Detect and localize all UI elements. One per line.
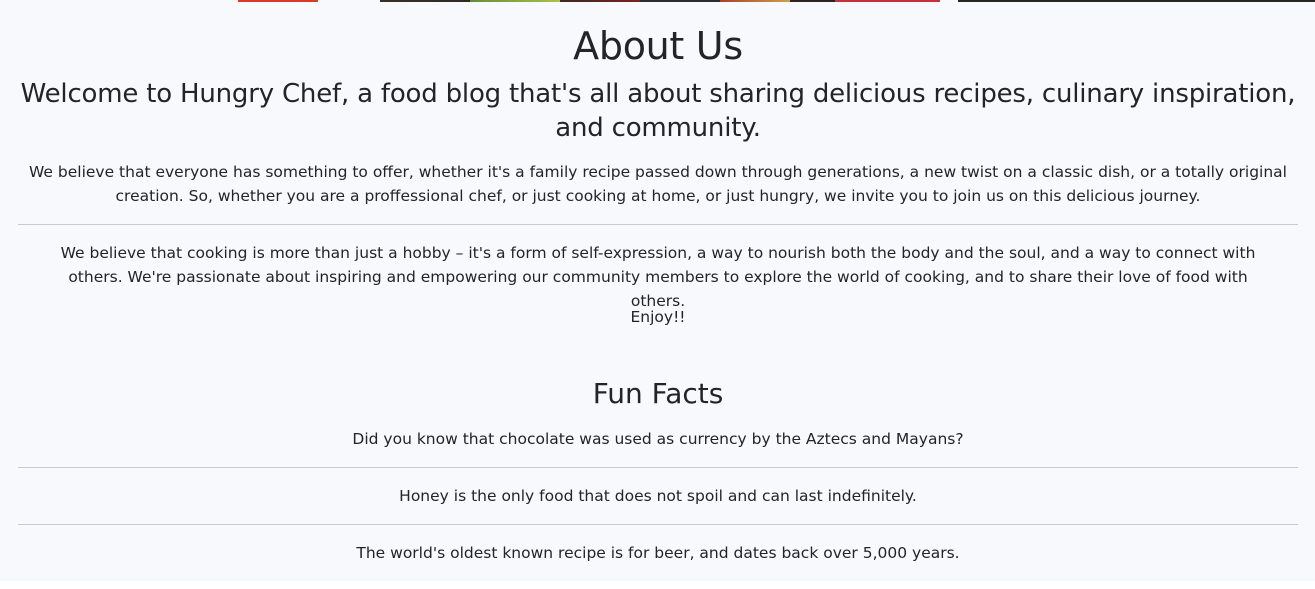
enjoy-text: Enjoy!! — [630, 308, 686, 326]
fun-fact-item: The world's oldest known recipe is for b… — [356, 544, 960, 562]
welcome-heading: Welcome to Hungry Chef, a food blog that… — [20, 79, 1296, 143]
fun-fact-item: Did you know that chocolate was used as … — [352, 430, 964, 448]
hero-image-bottom-edge — [0, 0, 1315, 2]
divider — [18, 524, 1298, 525]
mission-paragraph: We believe that cooking is more than jus… — [60, 244, 1256, 310]
page-background: About Us Welcome to Hungry Chef, a food … — [0, 0, 1315, 581]
fun-fact-item: Honey is the only food that does not spo… — [399, 487, 917, 505]
intro-paragraph: We believe that everyone has something t… — [29, 163, 1287, 205]
fun-facts-title: Fun Facts — [592, 377, 724, 410]
divider — [18, 224, 1298, 225]
divider — [18, 467, 1298, 468]
about-title: About Us — [573, 24, 743, 68]
